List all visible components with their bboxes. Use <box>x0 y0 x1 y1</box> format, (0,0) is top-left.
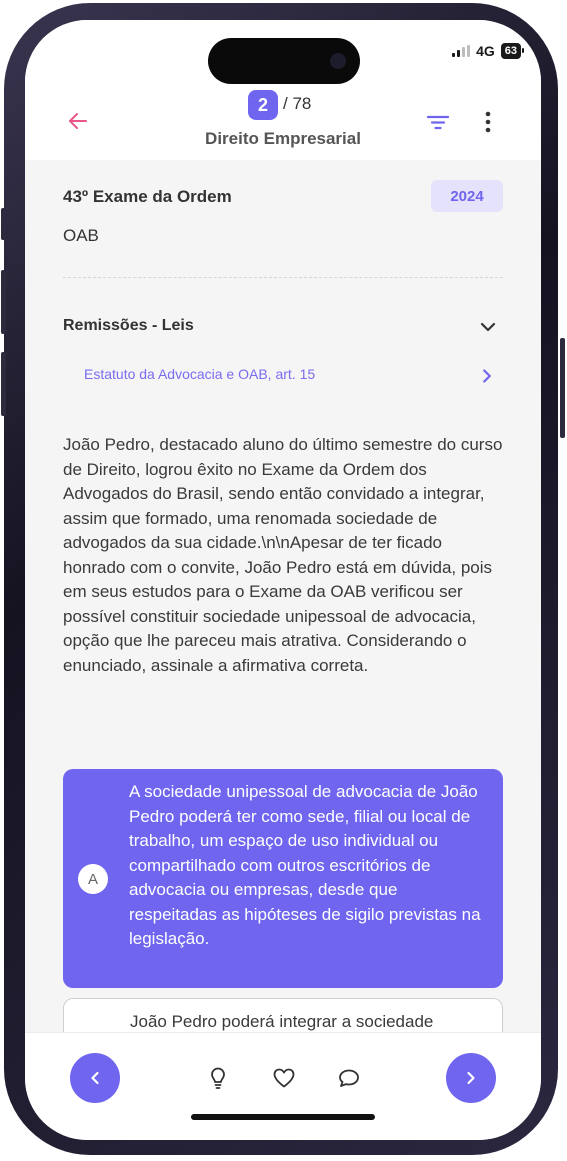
home-indicator[interactable] <box>191 1114 375 1120</box>
side-button <box>1 270 6 334</box>
option-text: A sociedade unipessoal de advocacia de J… <box>129 782 481 948</box>
side-button <box>560 338 565 438</box>
chevron-right-icon <box>483 369 491 383</box>
battery-icon: 63 <box>500 43 525 59</box>
front-camera <box>330 53 346 69</box>
year-badge: 2024 <box>431 180 503 212</box>
question-total: / 78 <box>283 94 312 113</box>
dynamic-island <box>208 38 360 84</box>
question-text: João Pedro, destacado aluno do último se… <box>63 435 503 675</box>
lightbulb-icon <box>211 1067 225 1089</box>
exam-organization: OAB <box>63 226 99 245</box>
heart-icon <box>273 1068 295 1088</box>
exam-title: 43º Exame da Ordem <box>63 187 232 206</box>
option-letter: A <box>78 864 108 894</box>
comment-icon <box>339 1069 359 1087</box>
dashed-divider <box>63 277 503 278</box>
chevron-right-icon <box>467 1071 475 1085</box>
more-button[interactable] <box>473 107 503 137</box>
more-vertical-icon <box>485 111 491 133</box>
remissoes-header[interactable]: Remissões - Leis <box>63 317 194 335</box>
hint-button[interactable] <box>205 1065 231 1091</box>
law-link[interactable]: Estatuto da Advocacia e OAB, art. 15 <box>84 366 315 382</box>
side-button <box>1 352 6 416</box>
comments-button[interactable] <box>335 1065 363 1091</box>
filter-button[interactable] <box>423 107 453 137</box>
previous-button[interactable] <box>70 1053 120 1103</box>
battery-level: 63 <box>504 45 517 57</box>
law-link-arrow[interactable] <box>476 365 498 387</box>
bottom-bar <box>25 1032 541 1140</box>
option-a[interactable]: A A sociedade unipessoal de advocacia de… <box>63 769 503 988</box>
app-header: 4G 63 2 / 78 Direito Empresarial <box>25 20 541 160</box>
option-text: João Pedro poderá integrar a sociedade <box>130 1012 434 1031</box>
question-content[interactable]: 43º Exame da Ordem 2024 OAB Remissões - … <box>25 160 541 1032</box>
subject-title: Direito Empresarial <box>205 129 361 148</box>
question-number-badge: 2 <box>248 90 278 120</box>
remissoes-toggle[interactable] <box>476 315 500 339</box>
filter-icon <box>426 115 450 130</box>
chevron-left-icon <box>91 1071 99 1085</box>
chevron-down-icon <box>480 322 496 332</box>
network-label: 4G <box>476 43 495 59</box>
favorite-button[interactable] <box>270 1065 298 1091</box>
signal-icon <box>452 45 471 57</box>
side-button <box>1 208 6 240</box>
next-button[interactable] <box>446 1053 496 1103</box>
phone-screen: 4G 63 2 / 78 Direito Empresarial 43º Exa… <box>25 20 541 1140</box>
status-bar: 4G 63 <box>452 43 525 59</box>
option-b[interactable]: João Pedro poderá integrar a sociedade <box>63 998 503 1032</box>
